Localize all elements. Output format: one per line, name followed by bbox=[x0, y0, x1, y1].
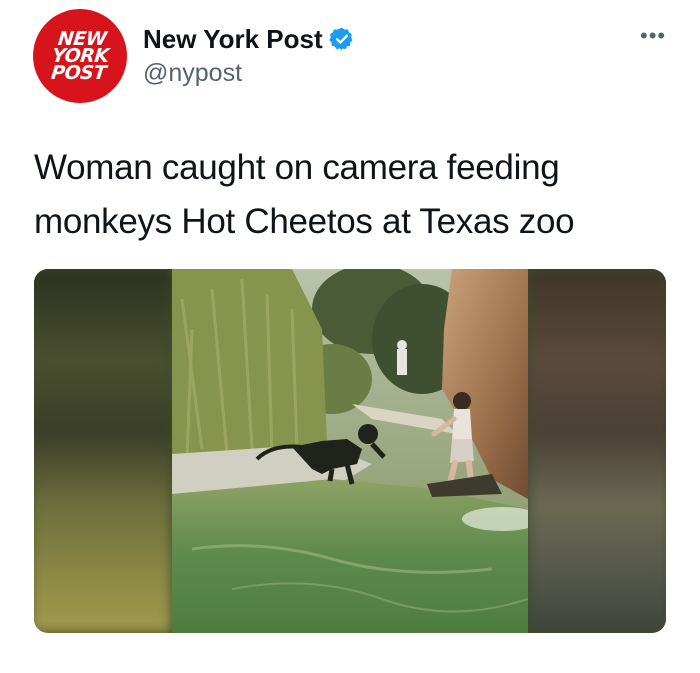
media-blurred-left-fill bbox=[34, 269, 172, 633]
tweet-media[interactable] bbox=[34, 269, 666, 633]
avatar-logo-text: NEW YORK POST bbox=[49, 27, 110, 84]
media-blurred-right-fill bbox=[528, 269, 666, 633]
video-still-image[interactable] bbox=[172, 269, 528, 633]
author-display-name[interactable]: New York Post bbox=[143, 24, 323, 54]
tweet-text: Woman caught on camera feeding monkeys H… bbox=[34, 148, 575, 241]
author-display-name-row[interactable]: New York Post bbox=[143, 24, 355, 54]
verified-badge-icon bbox=[328, 26, 355, 52]
author-handle[interactable]: @nypost bbox=[143, 58, 242, 88]
author-avatar[interactable]: NEW YORK POST bbox=[33, 9, 127, 103]
ellipsis-icon[interactable]: ••• bbox=[640, 25, 666, 47]
